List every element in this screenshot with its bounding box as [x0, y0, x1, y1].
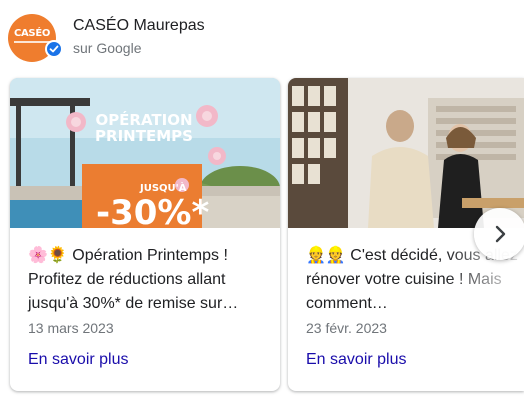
learn-more-link[interactable]: En savoir plus: [306, 351, 407, 369]
business-header: CASÉO CASÉO Maurepas sur Google: [8, 12, 408, 62]
post-text-line: 🌸🌻 Opération Printemps !: [28, 247, 228, 264]
carousel-next-button[interactable]: [474, 208, 524, 260]
logo-text: CASÉO: [13, 28, 51, 39]
logo-underline: [14, 41, 50, 43]
verified-check-icon: [45, 40, 63, 58]
post-text: 🌸🌻 Opération Printemps ! Profitez de réd…: [28, 244, 264, 316]
post-text-line: jusqu'à 30%* de remise sur…: [28, 295, 239, 312]
promo-title: OPÉRATION PRINTEMPS: [95, 111, 193, 145]
post-card[interactable]: OPÉRATION PRINTEMPS JUSQU'À -30%* 🌸🌻 Opé…: [10, 78, 280, 391]
promo-discount: -30%*: [96, 193, 210, 228]
post-image-showroom[interactable]: [288, 78, 524, 228]
business-name[interactable]: CASÉO Maurepas: [73, 17, 205, 35]
post-image-promo[interactable]: OPÉRATION PRINTEMPS JUSQU'À -30%*: [10, 78, 280, 228]
post-date: 23 févr. 2023: [306, 320, 387, 336]
chevron-right-icon: [495, 225, 506, 243]
post-date: 13 mars 2023: [28, 320, 114, 336]
business-source: sur Google: [73, 40, 142, 56]
post-text-line: Profitez de réductions allant: [28, 271, 226, 288]
learn-more-link[interactable]: En savoir plus: [28, 351, 129, 369]
